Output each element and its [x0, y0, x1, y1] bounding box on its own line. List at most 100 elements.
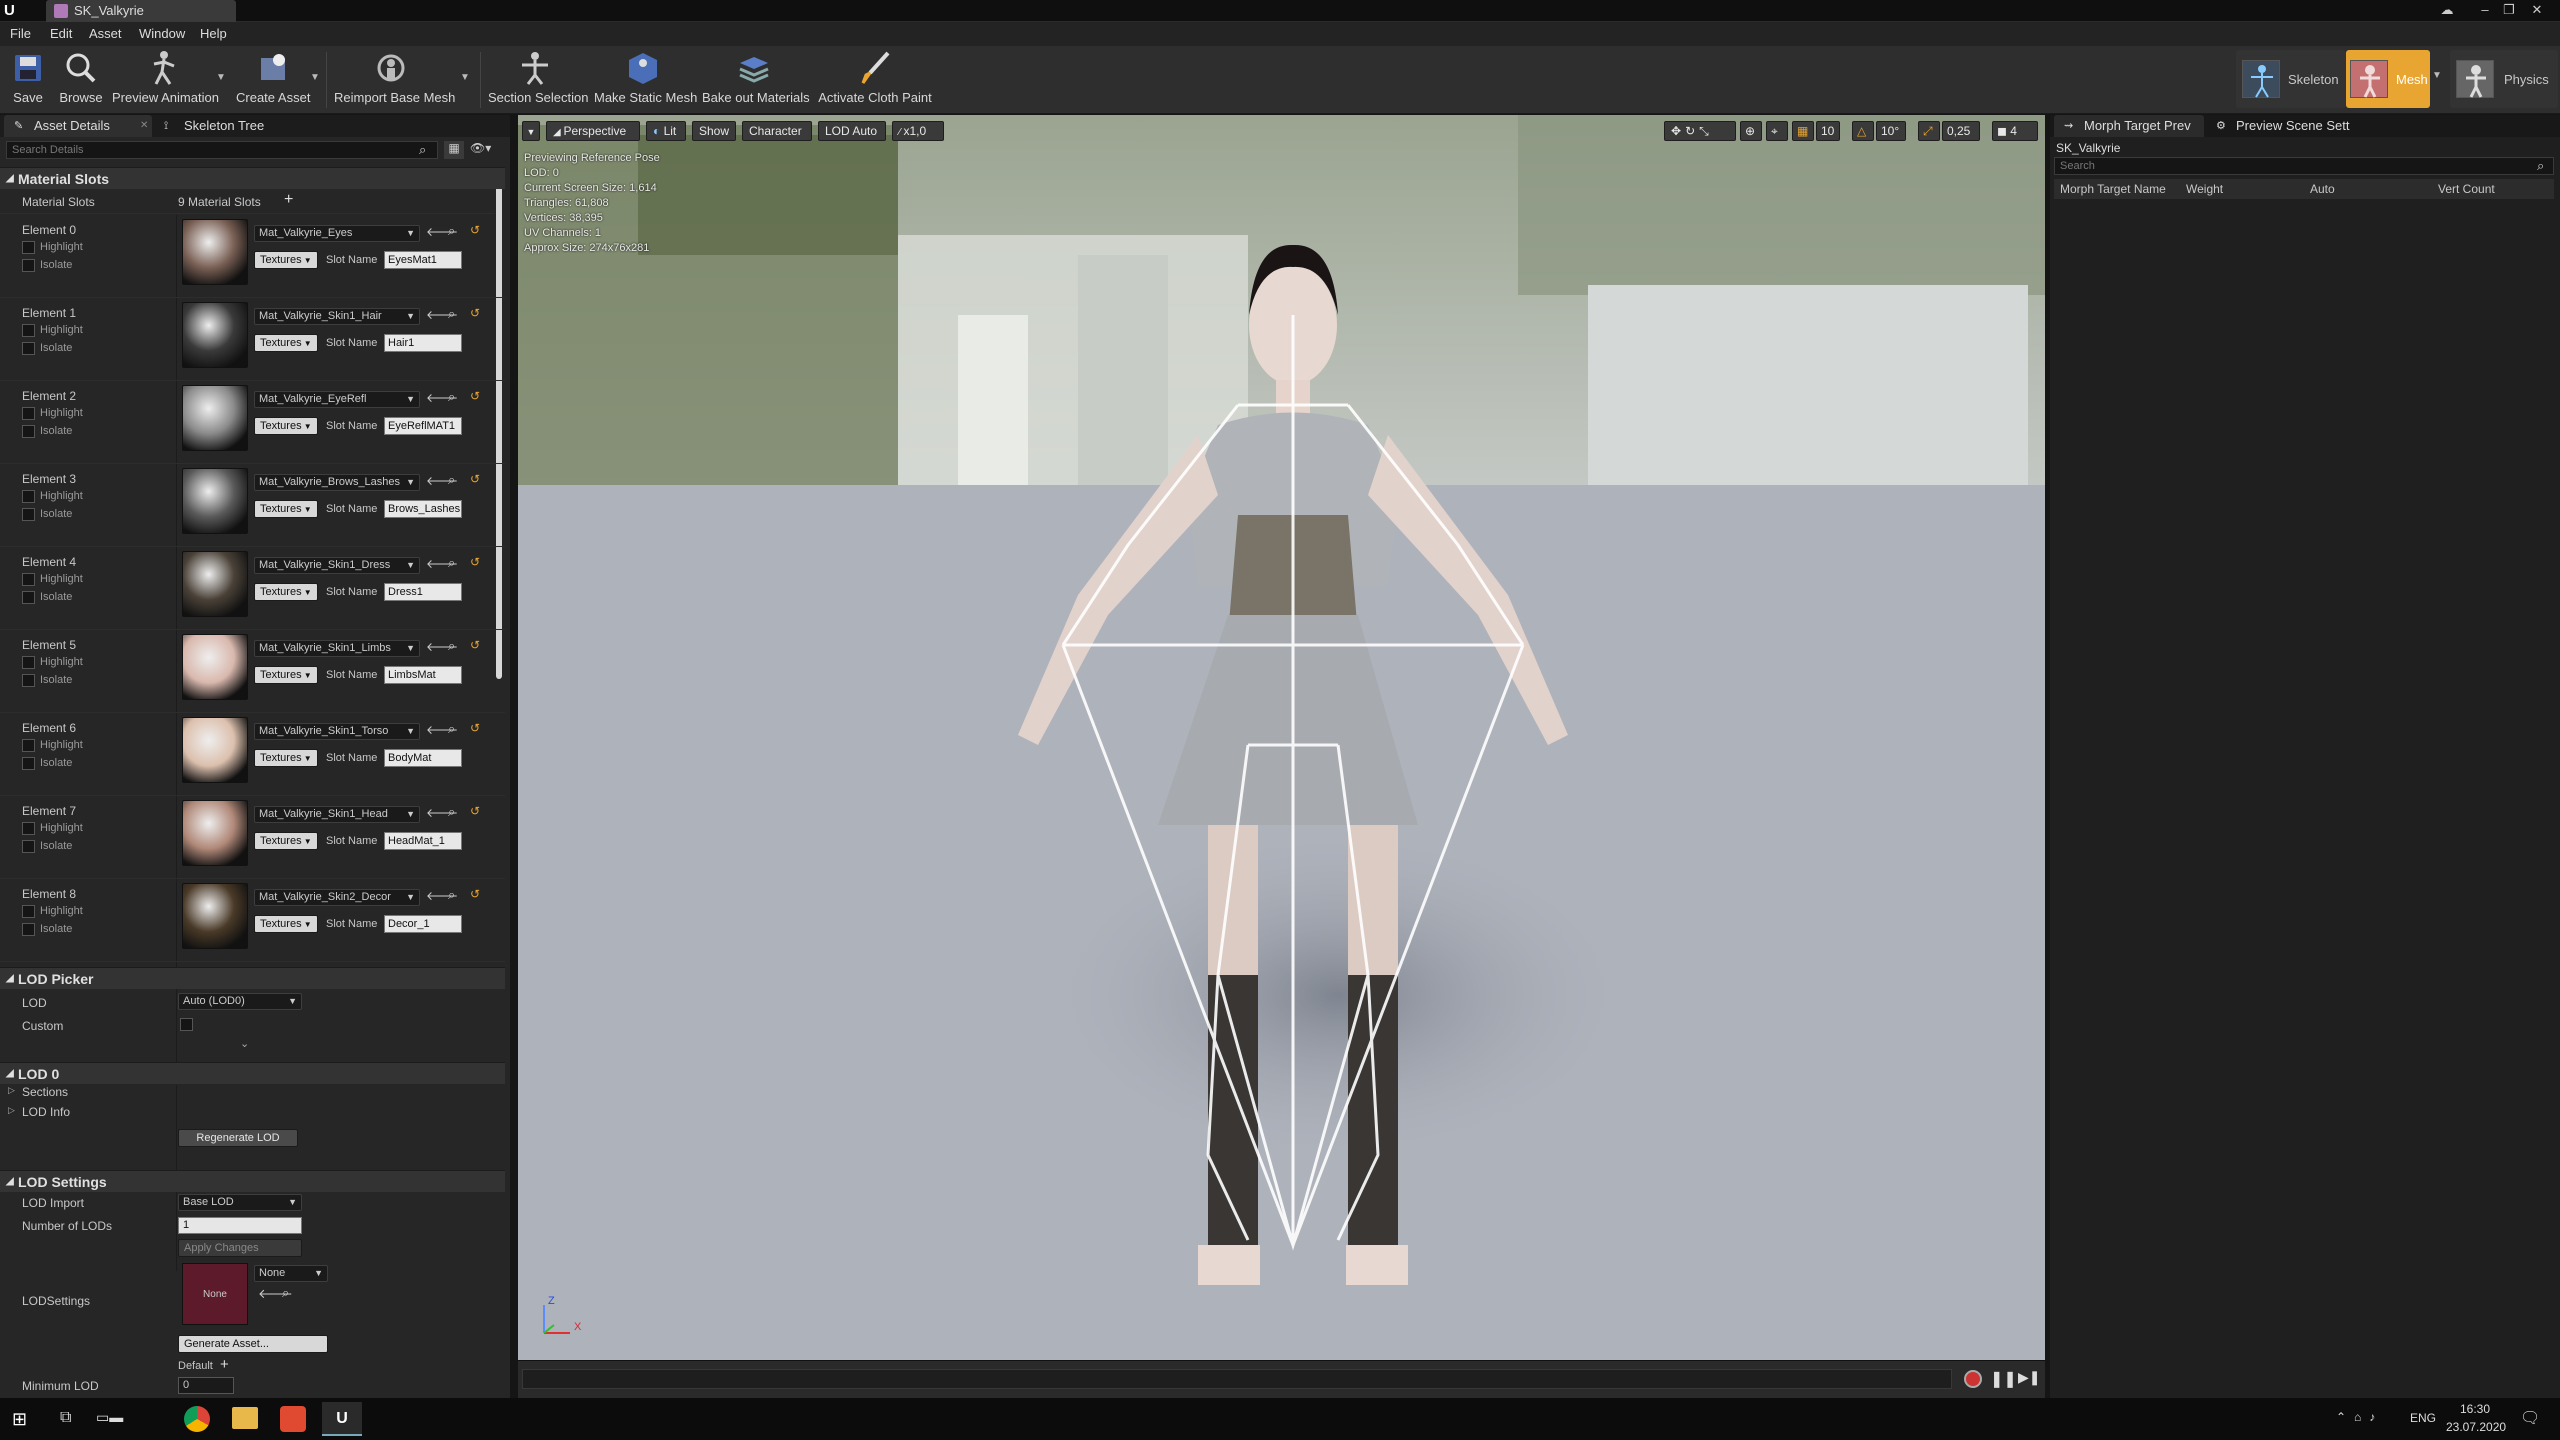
task-view-icon[interactable]: ⧉ [60, 1409, 71, 1427]
textures-dropdown[interactable]: Textures ▼ [254, 583, 318, 601]
transform-tools-group[interactable]: ✥↻⤡ [1664, 121, 1736, 141]
perspective-button[interactable]: ◢ Perspective [546, 121, 640, 141]
viewport[interactable]: ▼ ◢ Perspective ◐ Lit Show Character LOD… [518, 115, 2045, 1398]
browse-to-asset-icon[interactable]: ⌕ [282, 1285, 289, 1301]
reset-to-default-icon[interactable]: ↺ [470, 721, 480, 735]
camera-speed-button[interactable]: ◼ 4 [1992, 121, 2038, 141]
highlight-checkbox[interactable] [22, 656, 35, 669]
material-select[interactable]: Mat_Valkyrie_Skin1_Head ▼ [254, 806, 420, 823]
textures-dropdown[interactable]: Textures ▼ [254, 334, 318, 352]
isolate-checkbox[interactable] [22, 259, 35, 272]
material-thumbnail[interactable] [182, 883, 248, 949]
isolate-checkbox[interactable] [22, 342, 35, 355]
material-select[interactable]: Mat_Valkyrie_Skin1_Dress ▼ [254, 557, 420, 574]
material-thumbnail[interactable] [182, 219, 248, 285]
notifications-icon[interactable]: 🗨 [2520, 1408, 2540, 1428]
slot-name-input[interactable]: LimbsMat [384, 666, 462, 684]
reset-to-default-icon[interactable]: ↺ [470, 887, 480, 901]
slot-name-input[interactable]: BodyMat [384, 749, 462, 767]
isolate-checkbox[interactable] [22, 923, 35, 936]
highlight-checkbox[interactable] [22, 905, 35, 918]
create-asset-dropdown-icon[interactable]: ▼ [310, 72, 320, 83]
highlight-checkbox[interactable] [22, 490, 35, 503]
material-select[interactable]: Mat_Valkyrie_Eyes ▼ [254, 225, 420, 242]
browse-to-asset-icon[interactable]: ⌕ [448, 306, 455, 322]
browse-to-asset-icon[interactable]: ⌕ [448, 887, 455, 903]
isolate-checkbox[interactable] [22, 591, 35, 604]
material-select[interactable]: Mat_Valkyrie_Skin1_Limbs ▼ [254, 640, 420, 657]
bake-out-materials-button[interactable]: Bake out Materials [702, 48, 810, 110]
slot-name-input[interactable]: Dress1 [384, 583, 462, 601]
isolate-checkbox[interactable] [22, 674, 35, 687]
record-button[interactable] [1964, 1370, 1982, 1388]
menu-asset[interactable]: Asset [89, 26, 122, 41]
mode-physics-button[interactable]: Physics [2450, 50, 2558, 108]
reset-to-default-icon[interactable]: ↺ [470, 472, 480, 486]
character-button[interactable]: Character [742, 121, 812, 141]
unreal-engine-taskbar-icon[interactable]: U [322, 1402, 362, 1436]
textures-dropdown[interactable]: Textures ▼ [254, 666, 318, 684]
menu-window[interactable]: Window [139, 26, 185, 41]
material-thumbnail[interactable] [182, 302, 248, 368]
slot-name-input[interactable]: Hair1 [384, 334, 462, 352]
browse-to-asset-icon[interactable]: ⌕ [448, 721, 455, 737]
slot-name-input[interactable]: Brows_Lashes [384, 500, 462, 518]
scale-snap-value[interactable]: 0,25 [1942, 121, 1980, 141]
pause-button[interactable]: ❚❚ [1990, 1369, 2017, 1389]
preview-animation-button[interactable]: Preview Animation [112, 48, 219, 110]
world-local-icon[interactable]: ⊕ [1740, 121, 1762, 141]
material-thumbnail[interactable] [182, 551, 248, 617]
playback-speed-button[interactable]: ⁄ x1,0 [892, 121, 944, 141]
document-tab[interactable]: SK_Valkyrie [46, 0, 236, 22]
mode-mesh-button[interactable]: Mesh [2346, 50, 2430, 108]
menu-edit[interactable]: Edit [50, 26, 72, 41]
lod0-section-header[interactable]: ◢ LOD 0 [0, 1062, 505, 1084]
reset-to-default-icon[interactable]: ↺ [470, 555, 480, 569]
highlight-checkbox[interactable] [22, 324, 35, 337]
textures-dropdown[interactable]: Textures ▼ [254, 417, 318, 435]
highlight-checkbox[interactable] [22, 407, 35, 420]
column-morph-target-name[interactable]: Morph Target Name [2060, 179, 2166, 199]
textures-dropdown[interactable]: Textures ▼ [254, 915, 318, 933]
clock-date[interactable]: 23.07.2020 [2446, 1420, 2506, 1434]
generate-asset-button[interactable]: Generate Asset... [178, 1335, 328, 1353]
expand-arrow-icon[interactable]: ▷ [8, 1085, 15, 1096]
details-search-input[interactable]: Search Details ⌕ [6, 141, 438, 159]
create-asset-button[interactable]: Create Asset [236, 48, 310, 110]
minimize-button[interactable]: – [2474, 2, 2496, 18]
sections-row[interactable]: Sections [22, 1085, 68, 1099]
lod-import-select[interactable]: Base LOD ▼ [178, 1194, 302, 1211]
browse-to-asset-icon[interactable]: ⌕ [448, 472, 455, 488]
expand-arrow-icon[interactable]: ▷ [8, 1105, 15, 1116]
tab-asset-details[interactable]: ✎ Asset Details ✕ [4, 115, 152, 137]
browse-to-asset-icon[interactable]: ⌕ [448, 638, 455, 654]
slot-name-input[interactable]: Decor_1 [384, 915, 462, 933]
highlight-checkbox[interactable] [22, 739, 35, 752]
viewport-options-button[interactable]: ▼ [522, 121, 540, 141]
lod-auto-button[interactable]: LOD Auto [818, 121, 886, 141]
reset-to-default-icon[interactable]: ↺ [470, 804, 480, 818]
highlight-checkbox[interactable] [22, 573, 35, 586]
custom-lod-checkbox[interactable] [180, 1018, 193, 1031]
chrome-icon[interactable] [184, 1406, 210, 1432]
minimum-lod-spinbox[interactable]: 0 [178, 1377, 234, 1394]
unreal-logo-icon[interactable]: U [4, 2, 22, 20]
slot-name-input[interactable]: EyesMat1 [384, 251, 462, 269]
material-thumbnail[interactable] [182, 634, 248, 700]
clock-time[interactable]: 16:30 [2460, 1402, 2490, 1416]
animation-timeline[interactable]: ❚❚ ▶❚ [518, 1360, 2045, 1398]
number-of-lods-spinbox[interactable]: 1 [178, 1217, 302, 1234]
tab-morph-target-preview[interactable]: ⇝ Morph Target Prev [2054, 115, 2204, 137]
column-vert-count[interactable]: Vert Count [2438, 179, 2495, 199]
reset-to-default-icon[interactable]: ↺ [470, 223, 480, 237]
slot-name-input[interactable]: HeadMat_1 [384, 832, 462, 850]
apply-changes-button[interactable]: Apply Changes [178, 1239, 302, 1257]
mode-skeleton-button[interactable]: Skeleton [2236, 50, 2346, 108]
table-view-icon[interactable]: ▦ [444, 141, 464, 159]
material-select[interactable]: Mat_Valkyrie_EyeRefl ▼ [254, 391, 420, 408]
isolate-checkbox[interactable] [22, 757, 35, 770]
highlight-checkbox[interactable] [22, 241, 35, 254]
textures-dropdown[interactable]: Textures ▼ [254, 251, 318, 269]
section-selection-button[interactable]: Section Selection [488, 48, 588, 110]
view-options-icon[interactable]: 👁▾ [470, 141, 504, 159]
